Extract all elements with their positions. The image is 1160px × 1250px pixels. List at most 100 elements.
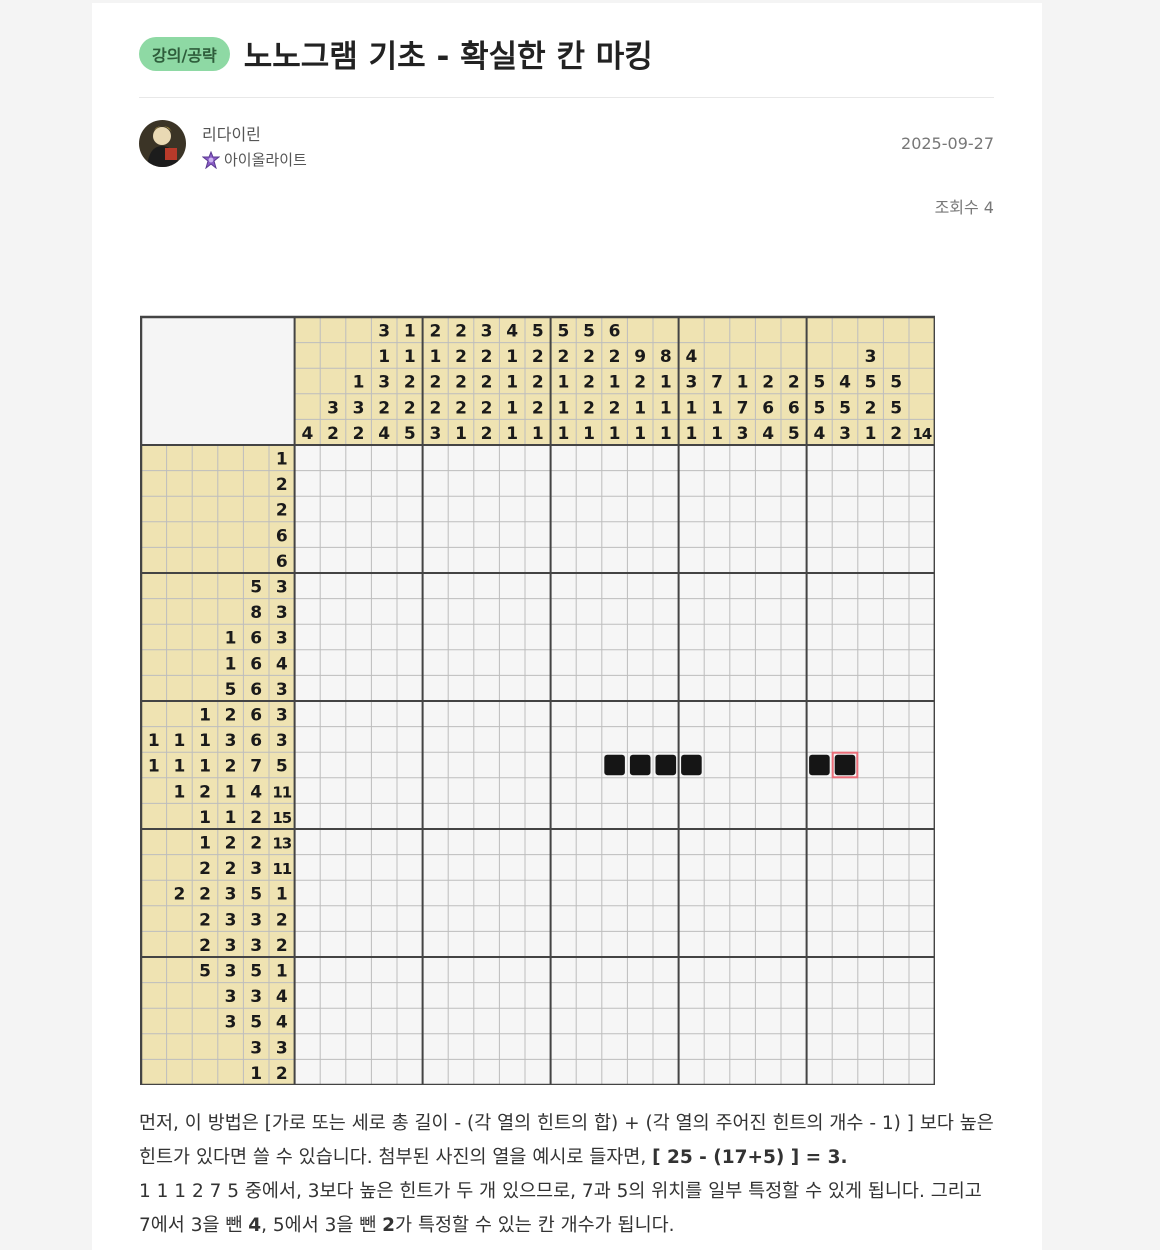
row-hint-number: 4 <box>250 782 262 802</box>
row-hint-number: 1 <box>199 731 211 751</box>
column-hint-number: 4 <box>839 373 851 393</box>
row-hint-number: 3 <box>276 1038 288 1058</box>
column-hint-number: 4 <box>378 424 390 444</box>
row-hint-number: 11 <box>272 783 291 801</box>
column-hint-number: 1 <box>685 424 697 444</box>
column-hint-number: 4 <box>762 424 774 444</box>
column-hint-number: 2 <box>455 373 467 393</box>
column-hint-number: 5 <box>404 424 416 444</box>
column-hint-number: 7 <box>711 373 723 393</box>
column-hint-number: 1 <box>404 321 416 341</box>
column-hint-number: 1 <box>737 373 749 393</box>
row-hint-number: 1 <box>276 885 288 905</box>
column-hint-number: 3 <box>327 398 339 418</box>
column-hint-number: 5 <box>813 398 825 418</box>
column-hint-number: 3 <box>378 373 390 393</box>
column-hint-number: 3 <box>685 373 697 393</box>
column-hint-number: 5 <box>865 373 877 393</box>
filled-cell <box>604 754 625 776</box>
column-hint-number: 5 <box>890 398 902 418</box>
column-hint-number: 5 <box>557 321 569 341</box>
column-hint-number: 2 <box>455 398 467 418</box>
row-hint-number: 1 <box>173 757 185 777</box>
column-hint-number: 2 <box>429 398 441 418</box>
nonogram-image: 4321323132411225212232222132222411115222… <box>139 313 988 1089</box>
column-hint-number: 2 <box>634 373 646 393</box>
row-hint-number: 2 <box>173 885 185 905</box>
column-hint-number: 2 <box>327 424 339 444</box>
column-hint-number: 1 <box>557 424 569 444</box>
row-hint-number: 3 <box>250 936 262 956</box>
row-hint-number: 2 <box>250 808 262 828</box>
column-hint-number: 2 <box>788 373 800 393</box>
column-hint-number: 1 <box>609 373 621 393</box>
row-hint-number: 2 <box>276 475 288 495</box>
filled-cell <box>834 754 856 776</box>
column-hint-number: 2 <box>378 398 390 418</box>
column-hint-number: 14 <box>912 425 931 443</box>
category-badge[interactable]: 강의/공략 <box>139 36 230 71</box>
column-hint-number: 1 <box>660 424 672 444</box>
row-hint-number: 2 <box>225 757 237 777</box>
column-hint-number: 1 <box>609 424 621 444</box>
row-hint-number: 2 <box>225 859 237 879</box>
post-title: 노노그램 기초 - 확실한 칸 마킹 <box>243 39 653 75</box>
row-hint-number: 1 <box>148 731 160 751</box>
author-name[interactable]: 리다이린 <box>202 121 261 145</box>
column-hint-number: 1 <box>532 424 544 444</box>
row-hint-number: 1 <box>173 731 185 751</box>
column-hint-number: 1 <box>557 373 569 393</box>
formula-bold: [ 25 - (17+5) ] = 3. <box>652 1147 848 1168</box>
row-hint-number: 6 <box>250 654 262 674</box>
rank-label: 아이올라이트 <box>224 151 307 169</box>
column-hint-number: 1 <box>711 398 723 418</box>
column-hint-number: 1 <box>404 347 416 367</box>
row-hint-number: 6 <box>250 705 262 725</box>
column-hint-number: 9 <box>634 347 646 367</box>
row-hint-number: 3 <box>225 987 237 1007</box>
row-hint-number: 3 <box>250 910 262 930</box>
row-hint-number: 3 <box>225 731 237 751</box>
column-hint-number: 5 <box>813 373 825 393</box>
column-hint-number: 2 <box>455 347 467 367</box>
row-hint-number: 4 <box>276 987 288 1007</box>
column-hint-number: 5 <box>532 321 544 341</box>
column-hint-number: 2 <box>532 347 544 367</box>
column-hint-number: 2 <box>404 373 416 393</box>
column-hint-number: 2 <box>429 321 441 341</box>
column-hint-number: 2 <box>583 347 595 367</box>
column-hint-number: 7 <box>737 398 749 418</box>
column-hint-number: 2 <box>609 398 621 418</box>
post-card: 강의/공략 노노그램 기초 - 확실한 칸 마킹 리다이린 아이올라이트 202… <box>92 3 1042 1250</box>
row-hint-number: 2 <box>276 910 288 930</box>
column-hint-number: 1 <box>506 347 518 367</box>
row-hint-number: 2 <box>250 833 262 853</box>
filled-cell <box>629 754 651 776</box>
row-hint-number: 3 <box>276 680 288 700</box>
row-hint-number: 2 <box>276 501 288 521</box>
column-hint-number: 3 <box>378 321 390 341</box>
row-hint-number: 3 <box>276 731 288 751</box>
row-hint-number: 1 <box>199 808 211 828</box>
row-hint-number: 5 <box>250 1013 262 1033</box>
row-hint-number: 3 <box>276 577 288 597</box>
column-hint-number: 1 <box>660 373 672 393</box>
corner-blank <box>141 317 295 445</box>
row-hint-number: 5 <box>225 680 237 700</box>
column-hint-number: 2 <box>583 398 595 418</box>
column-hint-number: 5 <box>839 398 851 418</box>
column-hint-number: 6 <box>609 321 621 341</box>
row-hint-number: 3 <box>250 987 262 1007</box>
body-paragraph: 먼저, 이 방법은 [가로 또는 세로 총 길이 - (각 열의 힌트의 합) … <box>139 1113 994 1168</box>
row-hint-number: 6 <box>250 629 262 649</box>
column-hint-number: 1 <box>557 398 569 418</box>
row-hint-number: 1 <box>199 705 211 725</box>
row-hint-number: 1 <box>225 654 237 674</box>
row-hint-number: 6 <box>276 552 288 572</box>
column-hint-number: 1 <box>378 347 390 367</box>
column-hint-number: 3 <box>429 424 441 444</box>
column-hint-number: 2 <box>762 373 774 393</box>
column-hint-number: 1 <box>455 424 467 444</box>
column-hint-number: 2 <box>609 347 621 367</box>
avatar[interactable] <box>139 120 186 167</box>
